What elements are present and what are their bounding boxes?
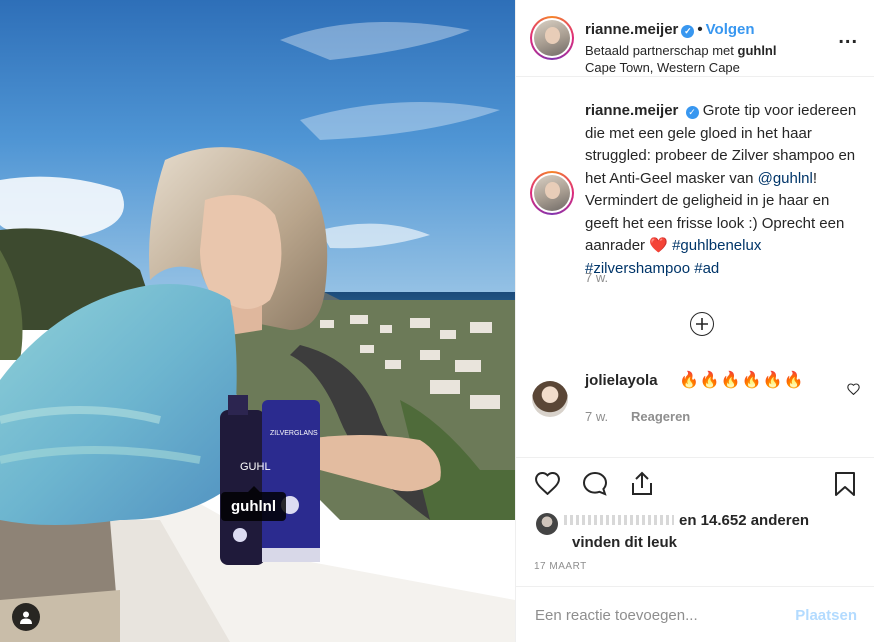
reply-button[interactable]: Reageren — [631, 409, 690, 424]
comment-timestamp[interactable]: 7 w. — [585, 409, 608, 424]
post-side-panel: rianne.meijer ✓ • Volgen Betaald partnersch… — [515, 0, 874, 642]
location-link[interactable]: Cape Town, Western Cape — [585, 60, 740, 75]
post-actions-bar — [516, 457, 874, 507]
caption-mention-link[interactable]: @guhlnl — [758, 170, 813, 187]
tube-brand-text: ZILVERGLANS — [270, 430, 318, 437]
more-options-button[interactable]: ... — [838, 26, 858, 49]
avatar-image — [534, 175, 570, 211]
post-header: rianne.meijer ✓ • Volgen Betaald partnersch… — [516, 0, 874, 77]
photo-scene: GUHL ZILVERGLANS — [0, 0, 515, 642]
post-comment-button[interactable]: Plaatsen — [795, 607, 857, 624]
hashtag-link[interactable]: #guhlbenelux — [672, 237, 761, 254]
verified-badge-icon: ✓ — [685, 106, 699, 119]
likes-suffix: vinden dit leuk — [572, 534, 678, 551]
author-avatar[interactable] — [530, 16, 574, 60]
heart-outline-icon — [847, 383, 860, 396]
heart-icon — [535, 471, 560, 496]
comment-like-button[interactable] — [847, 382, 860, 400]
caption-avatar[interactable] — [530, 171, 574, 215]
likes-count-link[interactable]: en 14.652 anderen — [679, 512, 809, 529]
comment-input[interactable] — [535, 603, 775, 627]
comment-button[interactable] — [582, 471, 608, 501]
redacted-liker-name — [564, 515, 674, 525]
comment-text: 🔥🔥🔥🔥🔥🔥 — [679, 372, 805, 389]
add-comment-bar: Plaatsen — [516, 586, 874, 642]
caption-timestamp[interactable]: 7 w. — [585, 270, 608, 285]
user-icon — [20, 611, 32, 624]
commenter-username[interactable]: jolielayola — [585, 372, 658, 389]
hashtag-link[interactable]: #ad — [694, 260, 719, 277]
author-name-row: rianne.meijer ✓ • Volgen — [585, 21, 755, 38]
caption-username[interactable]: rianne.meijer — [585, 102, 678, 119]
save-button[interactable] — [834, 471, 856, 502]
commenter-avatar[interactable] — [532, 381, 568, 417]
paid-partnership-line: Betaald partnerschap met guhlnl — [585, 43, 777, 58]
comment-bubble-icon — [582, 471, 608, 496]
share-icon — [632, 471, 652, 495]
post-caption: rianne.meijer ✓ Grote tip voor iedereen … — [585, 100, 865, 280]
bookmark-icon — [835, 472, 855, 496]
tagged-users-button[interactable] — [12, 603, 40, 631]
red-heart-emoji: ❤️ — [649, 237, 668, 254]
post-dialog: GUHL ZILVERGLANS guhlnl rianne.meijer ✓ • V… — [0, 0, 874, 642]
follow-button[interactable]: Volgen — [706, 21, 755, 38]
liker-avatar[interactable] — [536, 513, 558, 535]
bottle-brand-text: GUHL — [240, 461, 271, 473]
verified-badge-icon: ✓ — [681, 25, 695, 38]
author-username[interactable]: rianne.meijer — [585, 21, 678, 38]
partnership-prefix: Betaald partnerschap met — [585, 43, 734, 58]
share-button[interactable] — [630, 471, 654, 501]
post-date[interactable]: 17 MAART — [534, 561, 587, 572]
load-more-comments-button[interactable] — [690, 312, 714, 336]
partner-account-link[interactable]: guhlnl — [738, 43, 777, 58]
plus-icon — [696, 318, 708, 330]
product-tag-label[interactable]: guhlnl — [221, 486, 286, 521]
separator-dot: • — [697, 21, 703, 38]
avatar-image — [534, 20, 570, 56]
post-photo[interactable]: GUHL ZILVERGLANS guhlnl — [0, 0, 515, 642]
like-button[interactable] — [534, 471, 561, 500]
